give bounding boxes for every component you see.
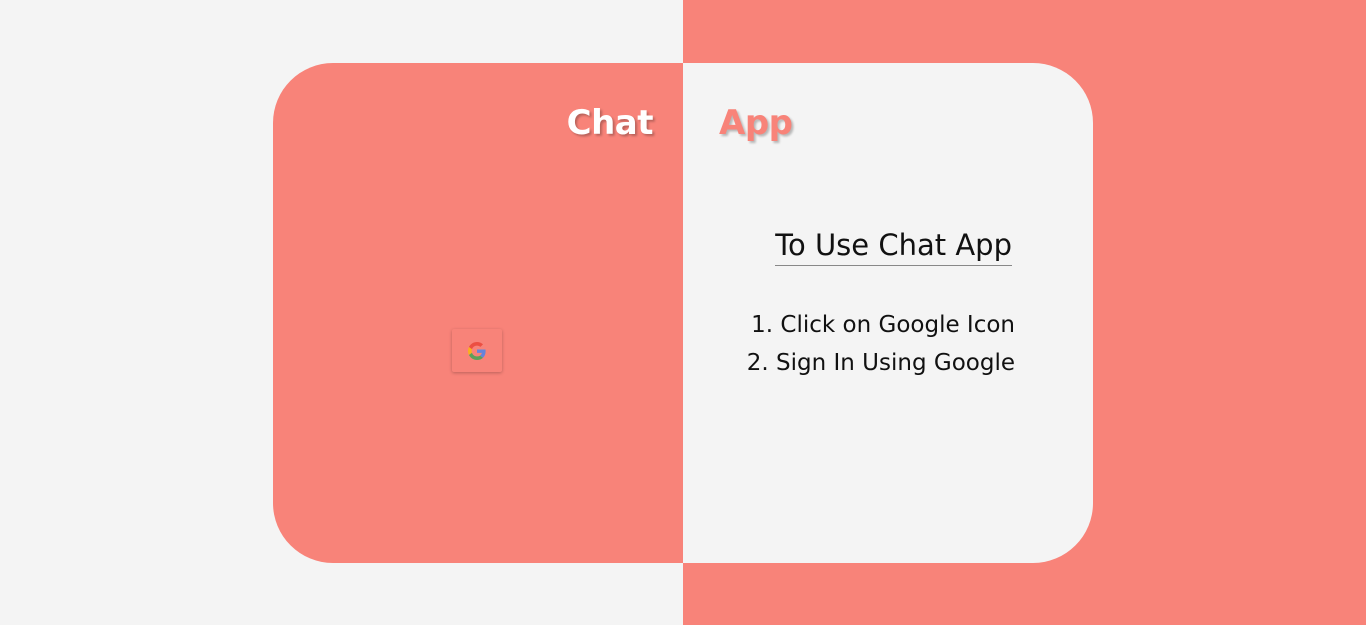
instructions-block: To Use Chat App 1. Click on Google Icon …: [747, 228, 1015, 382]
instructions-list: 1. Click on Google Icon 2. Sign In Using…: [747, 306, 1015, 382]
card-left-panel: Chat: [273, 63, 683, 563]
instruction-step: 1. Click on Google Icon: [751, 312, 1015, 338]
app-title-chat: Chat: [566, 103, 654, 143]
instruction-step: 2. Sign In Using Google: [746, 350, 1015, 376]
google-sign-in-button[interactable]: [452, 329, 502, 372]
login-card: Chat App To Use Chat App 1. Click on Goo…: [273, 63, 1093, 563]
instructions-heading: To Use Chat App: [775, 228, 1012, 266]
card-right-panel: App To Use Chat App 1. Click on Google I…: [683, 63, 1093, 563]
app-title-app: App: [719, 103, 793, 143]
google-icon: [468, 341, 486, 360]
login-page: Chat App To Use Chat App 1. Click on Goo…: [0, 0, 1366, 625]
